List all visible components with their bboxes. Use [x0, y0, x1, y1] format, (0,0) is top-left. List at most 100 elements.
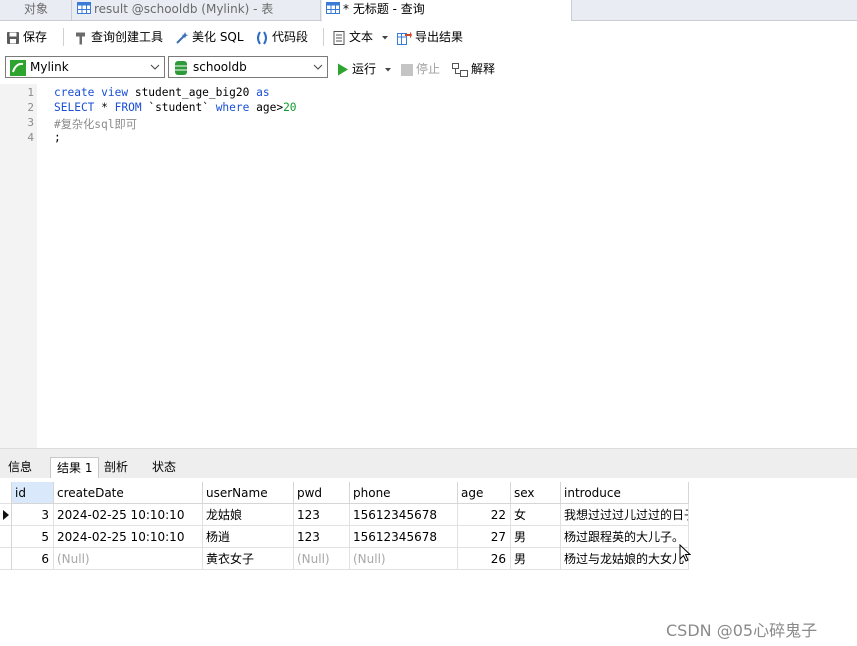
- row-header-current[interactable]: [0, 504, 12, 526]
- chevron-down-icon: [150, 64, 160, 70]
- table-cell[interactable]: 123: [294, 504, 350, 526]
- table-cell[interactable]: 杨过跟程英的大儿子。: [561, 526, 689, 548]
- export-results-label: 导出结果: [415, 30, 464, 44]
- table-cell[interactable]: 2024-02-25 10:10:10: [54, 504, 203, 526]
- table-cell[interactable]: 26: [458, 548, 511, 570]
- play-icon: [338, 63, 348, 76]
- sql-keyword: as: [256, 86, 270, 99]
- line-number: 1: [27, 86, 34, 99]
- sql-number: 20: [283, 101, 297, 114]
- table-cell[interactable]: 我想过过过儿过过的日子: [561, 504, 689, 526]
- text-mode-label: 文本: [349, 30, 374, 44]
- table-cell[interactable]: 男: [511, 526, 561, 548]
- sql-keyword: SELECT: [54, 101, 95, 114]
- code-line-2: SELECT * FROM `student` where age>20: [54, 101, 297, 114]
- mysql-connection-icon: [10, 60, 26, 76]
- line-number-gutter: 1 2 3 4: [0, 84, 37, 448]
- column-header-phone[interactable]: phone: [350, 482, 458, 504]
- tab-result-1[interactable]: 结果 1: [50, 457, 100, 478]
- explain-label: 解释: [471, 62, 496, 76]
- table-cell[interactable]: 女: [511, 504, 561, 526]
- table-cell-null[interactable]: (Null): [350, 548, 458, 570]
- toolbar-divider: [63, 28, 64, 46]
- table-cell[interactable]: 22: [458, 504, 511, 526]
- table-cell[interactable]: 2024-02-25 10:10:10: [54, 526, 203, 548]
- table-cell[interactable]: 15612345678: [350, 504, 458, 526]
- export-results-button[interactable]: 导出结果: [397, 27, 463, 47]
- line-number: 4: [27, 131, 34, 144]
- table-cell[interactable]: 龙姑娘: [203, 504, 294, 526]
- parentheses-icon: [257, 30, 267, 45]
- query-toolbar: 保存 查询创建工具 美化 SQL 代码段 文本 导出结果: [0, 21, 857, 53]
- table-cell[interactable]: 6: [12, 548, 54, 570]
- caret-down-icon: [384, 67, 391, 71]
- view-name: student_age_big20: [128, 86, 257, 99]
- column-header-age[interactable]: age: [458, 482, 511, 504]
- document-icon: [333, 30, 345, 45]
- table-cell-null[interactable]: (Null): [54, 548, 203, 570]
- code-snippet-button[interactable]: 代码段: [255, 27, 308, 47]
- tab-untitled-query-label: * 无标题 - 查询: [343, 2, 425, 16]
- caret-down-icon: [381, 35, 388, 39]
- sql-text: *: [94, 101, 115, 114]
- table-cell[interactable]: 黄衣女子: [203, 548, 294, 570]
- tab-untitled-query[interactable]: * 无标题 - 查询: [322, 0, 572, 21]
- tab-objects-label: 对象: [24, 2, 49, 16]
- run-label: 运行: [352, 62, 377, 76]
- csdn-watermark: CSDN @05心碎鬼子: [666, 621, 818, 640]
- sql-keyword: where: [215, 101, 250, 114]
- table-cell[interactable]: 27: [458, 526, 511, 548]
- line-number: 3: [27, 116, 34, 129]
- row-header[interactable]: [0, 526, 12, 548]
- tab-info[interactable]: 信息: [2, 457, 38, 478]
- column-header-id[interactable]: id: [12, 482, 54, 504]
- beautify-sql-button[interactable]: 美化 SQL: [175, 27, 244, 47]
- database-select[interactable]: schooldb: [168, 56, 328, 78]
- hammer-icon: [76, 32, 85, 44]
- editor-result-splitter[interactable]: [0, 448, 857, 455]
- magic-wand-icon: [176, 31, 189, 44]
- tab-objects[interactable]: 对象: [0, 0, 72, 20]
- stop-button[interactable]: 停止: [401, 60, 440, 78]
- stop-icon: [401, 63, 413, 76]
- query-builder-button[interactable]: 查询创建工具: [74, 27, 163, 47]
- table-cell[interactable]: 15612345678: [350, 526, 458, 548]
- save-button[interactable]: 保存: [6, 27, 47, 47]
- current-row-arrow-icon: [3, 510, 9, 520]
- save-label: 保存: [23, 30, 48, 44]
- tab-result-table[interactable]: result @schooldb (Mylink) - 表: [73, 0, 321, 20]
- column-header-introduce[interactable]: introduce: [561, 482, 689, 504]
- code-line-3-comment: #复杂化sql即可: [54, 118, 137, 131]
- tab-status[interactable]: 状态: [146, 457, 182, 478]
- table-cell[interactable]: 3: [12, 504, 54, 526]
- query-table-icon: [326, 1, 340, 19]
- grid-corner: [0, 482, 12, 504]
- toolbar-divider: [323, 28, 324, 46]
- table-cell[interactable]: 杨过与龙姑娘的大女儿: [561, 548, 689, 570]
- export-icon: [397, 31, 412, 45]
- table-cell-null[interactable]: (Null): [294, 548, 350, 570]
- row-header[interactable]: [0, 548, 12, 570]
- table-cell[interactable]: 5: [12, 526, 54, 548]
- column-header-sex[interactable]: sex: [511, 482, 561, 504]
- database-select-value: schooldb: [193, 60, 247, 74]
- table-cell[interactable]: 杨逍: [203, 526, 294, 548]
- code-line-4: ;: [54, 131, 61, 144]
- column-header-createdate[interactable]: createDate: [54, 482, 203, 504]
- mouse-cursor-icon: [679, 544, 691, 562]
- column-header-pwd[interactable]: pwd: [294, 482, 350, 504]
- database-icon: [175, 61, 187, 75]
- column-header-username[interactable]: userName: [203, 482, 294, 504]
- connection-selector-row: Mylink schooldb 运行 停止 解释: [0, 54, 857, 82]
- code-snippet-label: 代码段: [272, 30, 309, 44]
- explain-button[interactable]: 解释: [452, 60, 495, 78]
- table-cell[interactable]: 123: [294, 526, 350, 548]
- table-cell[interactable]: 男: [511, 548, 561, 570]
- chevron-down-icon: [313, 64, 323, 70]
- connection-select[interactable]: Mylink: [5, 56, 165, 78]
- run-button[interactable]: 运行: [337, 60, 395, 78]
- sql-editor[interactable]: 1 2 3 4 create view student_age_big20 as…: [0, 84, 857, 448]
- tab-profile[interactable]: 剖析: [98, 457, 134, 478]
- explain-icon: [452, 62, 468, 77]
- text-mode-button[interactable]: 文本: [333, 27, 392, 47]
